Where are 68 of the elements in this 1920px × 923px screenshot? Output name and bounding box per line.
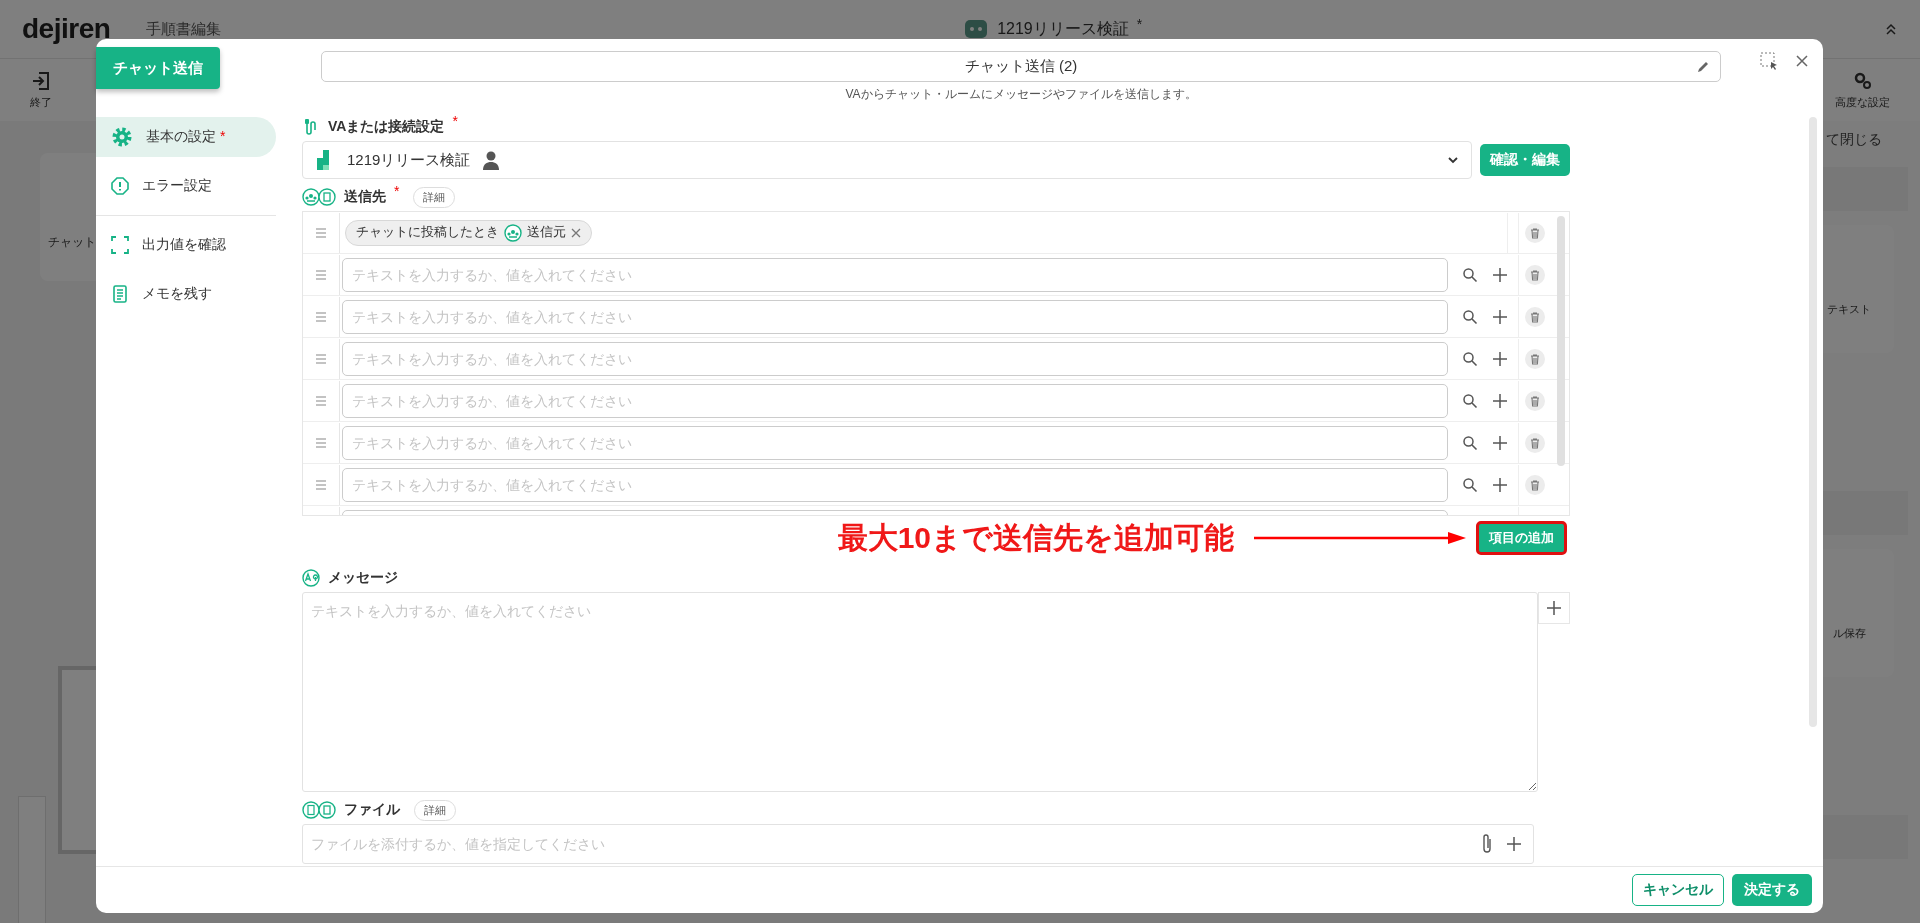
person-icon	[482, 150, 501, 170]
field-label: メッセージ	[328, 569, 398, 587]
scrollbar[interactable]	[1557, 216, 1565, 466]
required-mark: *	[452, 113, 458, 129]
field-label: ファイル	[344, 801, 400, 819]
trash-icon[interactable]	[1525, 306, 1545, 327]
collapse-icon[interactable]	[1884, 22, 1898, 36]
scrollbar[interactable]	[1809, 117, 1817, 727]
plus-icon[interactable]	[1492, 476, 1508, 493]
dialog-tag: チャット送信	[96, 47, 220, 89]
field-label: VAまたは接続設定	[328, 118, 445, 136]
connection-select[interactable]: 1219リリース検証	[302, 141, 1472, 179]
app-logo: dejiren	[22, 13, 111, 45]
collapse-all-link[interactable]: て閉じる	[1826, 131, 1882, 149]
search-icon[interactable]	[1462, 434, 1478, 451]
nav-item[interactable]: 基本の設定 *	[96, 117, 276, 157]
exit-button[interactable]: 終了	[22, 66, 60, 114]
plus-icon[interactable]	[1506, 836, 1522, 852]
trash-icon[interactable]	[1525, 432, 1545, 453]
file-field[interactable]: ファイルを添付するか、値を指定してください	[302, 824, 1534, 864]
trash-icon[interactable]	[1525, 222, 1545, 243]
memo-icon	[110, 284, 130, 304]
search-icon[interactable]	[1462, 476, 1478, 493]
text-format-icon	[302, 569, 320, 587]
document-title: 1219リリース検証	[997, 18, 1129, 39]
pencil-icon[interactable]	[1696, 60, 1710, 74]
alert-icon	[110, 176, 130, 196]
close-icon[interactable]	[571, 227, 581, 238]
paperclip-icon[interactable]	[1480, 833, 1494, 855]
field-label: 送信先	[344, 188, 386, 206]
plus-icon[interactable]	[1492, 434, 1508, 451]
required-mark: *	[394, 183, 400, 199]
document-icon	[302, 801, 336, 819]
group-doc-icon	[302, 188, 336, 206]
search-icon[interactable]	[1462, 392, 1478, 409]
plus-icon[interactable]	[1492, 392, 1508, 409]
group-icon	[504, 223, 522, 242]
trash-icon[interactable]	[1525, 348, 1545, 369]
ok-button[interactable]: 決定する	[1732, 874, 1812, 906]
modified-mark: *	[1136, 16, 1143, 32]
selection-icon[interactable]	[1759, 51, 1779, 71]
detail-button[interactable]: 詳細	[414, 799, 456, 821]
cancel-button[interactable]: キャンセル	[1632, 874, 1724, 906]
annotation-text: 最大10まで送信先を追加可能	[837, 519, 1234, 556]
add-item-button[interactable]: 項目の追加	[1476, 521, 1567, 555]
trash-icon[interactable]	[1525, 390, 1545, 411]
search-icon[interactable]	[1462, 266, 1478, 283]
plus-icon	[1546, 600, 1562, 616]
frame-corners-icon	[110, 235, 130, 255]
chevron-down-icon	[1447, 154, 1459, 166]
gear-icon	[110, 125, 134, 149]
plus-icon[interactable]	[1492, 266, 1508, 283]
variable-chip[interactable]: チャットに投稿したとき 送信元	[345, 219, 592, 246]
plus-icon[interactable]	[1492, 308, 1508, 325]
search-icon[interactable]	[1462, 308, 1478, 325]
confirm-edit-button[interactable]: 確認・編集	[1480, 144, 1570, 176]
name-field[interactable]: チャット送信 (2)	[321, 51, 1721, 82]
trash-icon[interactable]	[1525, 474, 1545, 495]
page-title: 手順書編集	[146, 19, 222, 39]
close-icon[interactable]	[1795, 54, 1809, 68]
trash-icon[interactable]	[1525, 264, 1545, 285]
dialog-description: VAからチャット・ルームにメッセージやファイルを送信します。	[845, 86, 1197, 103]
plus-button[interactable]	[1538, 592, 1570, 624]
exit-icon	[30, 70, 52, 92]
search-icon[interactable]	[1462, 350, 1478, 367]
plus-icon[interactable]	[1492, 350, 1508, 367]
advanced-settings-button[interactable]: 高度な設定	[1827, 66, 1898, 114]
detail-button[interactable]: 詳細	[413, 186, 456, 208]
